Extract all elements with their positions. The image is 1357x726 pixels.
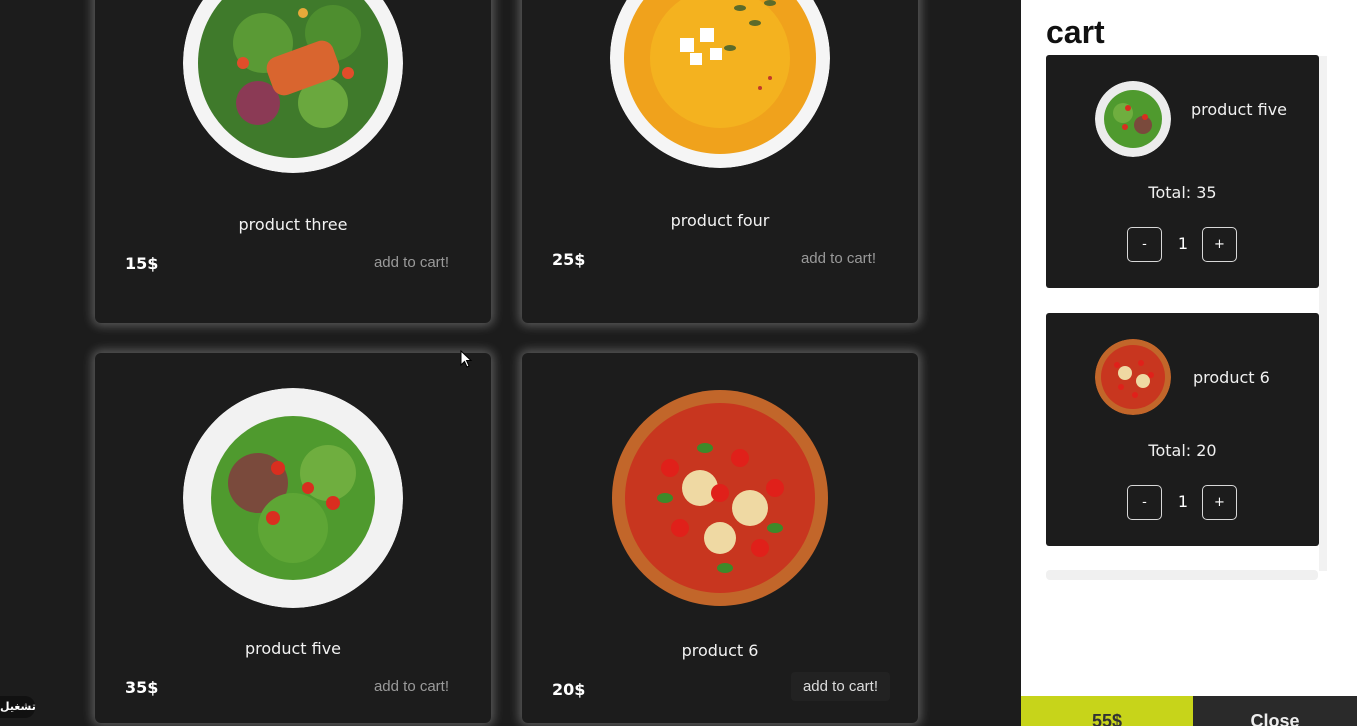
product-card-three: product three 15$ add to cart!: [95, 0, 491, 323]
increase-button[interactable]: +: [1202, 227, 1237, 262]
cart-item-name: product five: [1191, 100, 1288, 119]
cart-item-name: product 6: [1193, 368, 1270, 387]
quantity-value: 1: [1177, 234, 1189, 253]
quantity-value: 1: [1177, 492, 1189, 511]
product-card-6: product 6 20$ add to cart!: [522, 353, 918, 723]
increase-button[interactable]: +: [1202, 485, 1237, 520]
add-to-cart-button[interactable]: add to cart!: [789, 244, 888, 273]
add-to-cart-button[interactable]: add to cart!: [362, 248, 461, 277]
overlay-badge: تشغيل: [0, 696, 36, 718]
soup-image: [610, 0, 830, 168]
mouse-cursor-icon: [460, 350, 473, 368]
cart-item-thumbnail: [1095, 339, 1171, 415]
close-button[interactable]: Close: [1193, 696, 1357, 726]
add-to-cart-button[interactable]: add to cart!: [790, 672, 890, 701]
product-price: 15$: [125, 254, 159, 273]
product-name: product three: [238, 215, 348, 234]
cart-item-thumbnail: [1095, 81, 1171, 157]
add-to-cart-button[interactable]: add to cart!: [362, 672, 461, 701]
cart-title: cart: [1046, 14, 1105, 50]
product-name: product 6: [681, 641, 759, 660]
cart-panel: cart product five Total: 35 - 1 + produc…: [1021, 0, 1357, 726]
green-salad-image: [183, 388, 403, 608]
pizza-image: [610, 388, 830, 608]
product-price: 25$: [552, 250, 586, 269]
cart-item-total: Total: 20: [1148, 441, 1217, 460]
product-name: product four: [670, 211, 770, 230]
horizontal-scrollbar[interactable]: [1046, 570, 1318, 580]
quantity-stepper: - 1 +: [1127, 485, 1237, 521]
product-price: 35$: [125, 678, 159, 697]
decrease-button[interactable]: -: [1127, 485, 1162, 520]
cart-item: product 6 Total: 20 - 1 +: [1046, 313, 1319, 546]
cart-item-total: Total: 35: [1148, 183, 1217, 202]
salmon-salad-image: [183, 0, 403, 173]
product-name: product five: [244, 639, 341, 658]
cart-item: product five Total: 35 - 1 +: [1046, 55, 1319, 288]
product-card-five: product five 35$ add to cart!: [95, 353, 491, 723]
product-card-four: product four 25$ add to cart!: [522, 0, 918, 323]
quantity-stepper: - 1 +: [1127, 227, 1237, 263]
product-price: 20$: [552, 680, 586, 699]
decrease-button[interactable]: -: [1127, 227, 1162, 262]
cart-items-list: product five Total: 35 - 1 + product 6 T…: [1046, 55, 1329, 575]
cart-sum: 55$: [1021, 696, 1193, 726]
